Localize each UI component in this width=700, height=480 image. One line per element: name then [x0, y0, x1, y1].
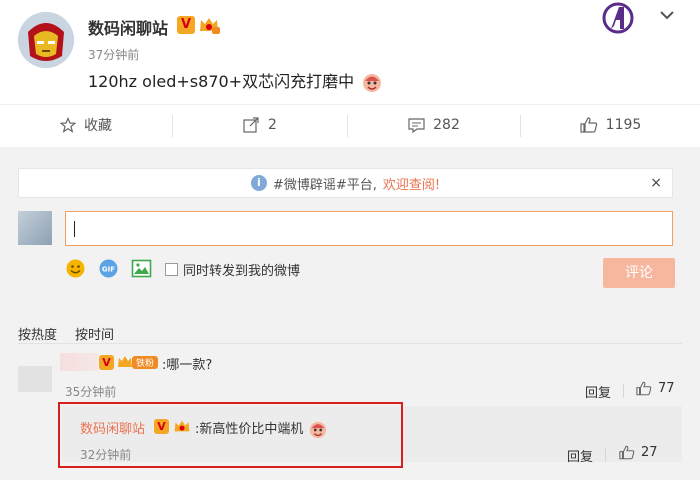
svg-text:GIF: GIF	[102, 266, 115, 274]
reply-author-name[interactable]: 数码闲聊站	[80, 418, 145, 437]
notice-link[interactable]: 欢迎查阅!	[383, 174, 440, 193]
chevron-down-icon[interactable]	[659, 9, 675, 21]
verified-v-icon: V	[177, 16, 195, 34]
reply-text: :新高性价比中端机	[195, 418, 328, 440]
favorite-label: 收藏	[84, 118, 112, 134]
comment-like-button[interactable]: 27	[619, 445, 658, 460]
divider	[623, 384, 624, 398]
submit-comment-button[interactable]: 评论	[603, 258, 675, 288]
comment-input[interactable]	[65, 211, 673, 246]
verified-v-icon: V	[99, 355, 114, 370]
post-time[interactable]: 37分钟前	[88, 46, 139, 63]
thumbs-up-icon	[636, 381, 652, 396]
commenter-name-blurred[interactable]	[60, 353, 98, 371]
rumor-notice-bar: i #微博辟谣#平台, 欢迎查阅! ×	[18, 168, 673, 198]
my-avatar[interactable]	[18, 211, 52, 245]
laughing-emoji-icon	[309, 421, 326, 438]
commenter-avatar[interactable]	[18, 366, 52, 392]
repost-count: 2	[268, 117, 277, 133]
info-icon: i	[250, 175, 267, 191]
forward-checkbox[interactable]: 同时转发到我的微博	[165, 260, 300, 279]
reply-text-content: :新高性价比中端机	[195, 422, 304, 437]
divider	[18, 343, 682, 344]
thumbs-up-icon	[580, 117, 597, 133]
repost-button[interactable]: 2	[173, 105, 347, 145]
post-content: 120hz oled+s870+双芯闪充打磨中	[88, 68, 383, 94]
comment-icon	[408, 118, 425, 133]
comment-panel: i #微博辟谣#平台, 欢迎查阅! × GIF 同时转发到我的微博 评论 按热度…	[0, 150, 700, 480]
comment-count: 282	[433, 117, 460, 133]
comment-text: :哪一款?	[162, 358, 213, 373]
like-button[interactable]: 1195	[521, 105, 700, 145]
emoji-icon[interactable]	[65, 258, 86, 279]
verified-v-icon: V	[154, 419, 169, 434]
divider	[605, 448, 606, 462]
fan-badge-label: 铁粉	[136, 357, 154, 369]
reply-button[interactable]: 回复	[585, 382, 611, 401]
like-count: 1195	[605, 117, 642, 133]
tab-hot[interactable]: 按热度	[18, 324, 57, 343]
author-avatar[interactable]	[18, 12, 74, 68]
author-name[interactable]: 数码闲聊站	[88, 15, 168, 39]
star-icon	[60, 117, 76, 133]
tab-time[interactable]: 按时间	[75, 324, 114, 343]
image-icon[interactable]	[131, 258, 152, 279]
forward-label: 同时转发到我的微博	[183, 264, 301, 279]
post-text: 120hz oled+s870+双芯闪充打磨中	[88, 72, 355, 91]
close-icon[interactable]: ×	[650, 175, 662, 191]
post-action-bar: 收藏 2 282 1195	[0, 104, 700, 144]
post-card: 数码闲聊站 V 37分钟前 120hz oled+s870+双芯闪充打磨中 收藏	[0, 0, 700, 147]
reply-time: 32分钟前	[80, 448, 132, 462]
avengers-logo-icon	[602, 2, 634, 34]
comment-time: 35分钟前	[65, 385, 117, 399]
text-caret	[74, 221, 75, 237]
repost-icon	[243, 117, 259, 133]
sort-tabs: 按热度 按时间	[18, 324, 114, 343]
notice-text: #微博辟谣#平台,	[272, 177, 377, 193]
thumbs-up-icon	[619, 445, 635, 460]
checkbox-box[interactable]	[165, 263, 178, 276]
comment-like-button[interactable]: 77	[636, 381, 675, 396]
comment-like-count: 77	[658, 381, 675, 396]
reply-button[interactable]: 回复	[567, 446, 593, 465]
vip-crown-icon	[200, 18, 220, 34]
vip-crown-icon	[174, 420, 190, 432]
fan-badge-icon: 铁粉	[118, 356, 158, 369]
favorite-button[interactable]: 收藏	[0, 105, 172, 145]
comment-like-count: 27	[641, 445, 658, 460]
gif-icon[interactable]: GIF	[98, 258, 119, 279]
laughing-emoji-icon	[363, 73, 382, 92]
comment-button[interactable]: 282	[348, 105, 520, 145]
